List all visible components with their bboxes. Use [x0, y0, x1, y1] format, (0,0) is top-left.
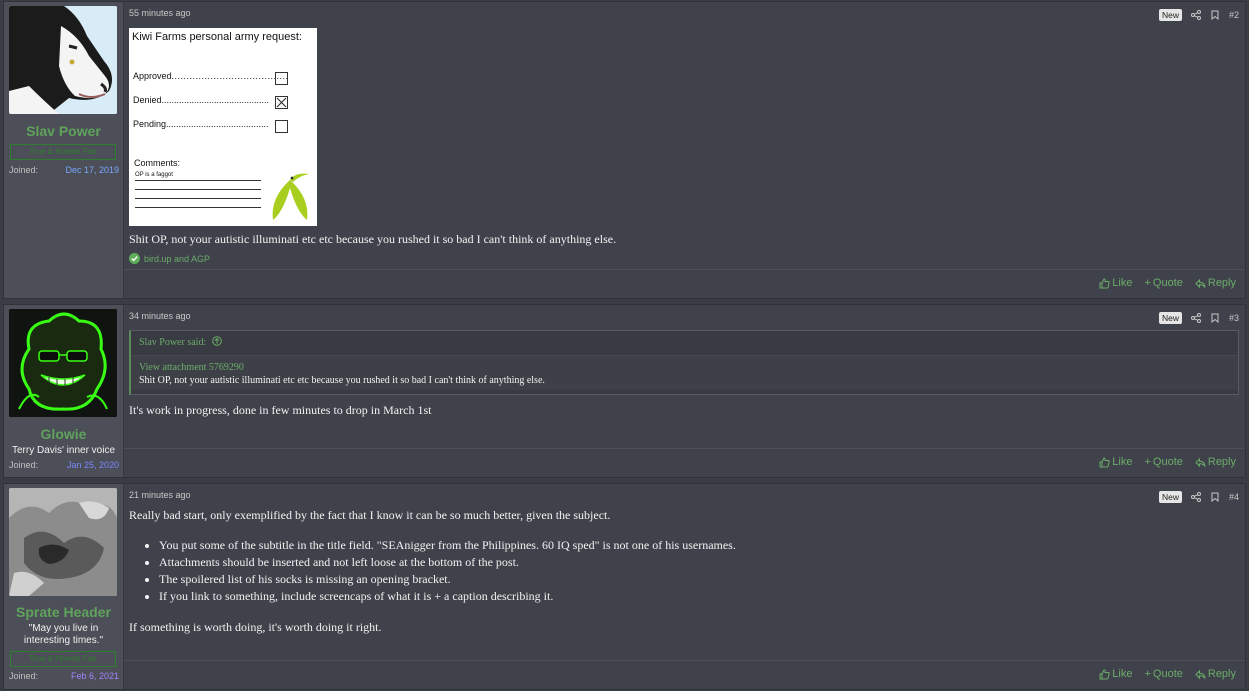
avatar[interactable]: [9, 309, 117, 417]
new-badge: New: [1158, 491, 1182, 503]
quote-block: Slav Power said: View attachment 5769290…: [129, 330, 1239, 395]
comment-lines: [135, 180, 261, 216]
attachment-image[interactable]: Kiwi Farms personal army request: Approv…: [129, 28, 317, 226]
reply-button[interactable]: Reply: [1195, 456, 1236, 468]
glowie-avatar-image: [9, 309, 117, 417]
quote-button[interactable]: + Quote: [1144, 456, 1182, 468]
bullet-list: You put some of the subtitle in the titl…: [129, 537, 736, 605]
joined-label: Joined:: [9, 671, 39, 681]
user-panel: Glowie Terry Davis' inner voice Joined: …: [4, 305, 124, 477]
list-item: If you link to something, include screen…: [159, 588, 736, 605]
bookmark-icon[interactable]: [1210, 313, 1220, 323]
crossed-checkbox-icon: [275, 96, 288, 109]
share-icon[interactable]: [1190, 492, 1201, 502]
post-footer: Like + Quote Reply: [124, 448, 1245, 477]
username[interactable]: Slav Power: [4, 123, 123, 139]
user-title: Terry Davis' inner voice: [11, 445, 116, 456]
post-4: Sprate Header "May you live in interesti…: [3, 483, 1246, 690]
kiwi-logo-icon: [272, 173, 309, 220]
reply-icon: [1195, 278, 1206, 288]
post-3: Glowie Terry Davis' inner voice Joined: …: [3, 304, 1246, 478]
list-item: You put some of the subtitle in the titl…: [159, 537, 736, 554]
post-text: It's work in progress, done in few minut…: [129, 403, 432, 417]
arrow-up-circle-icon[interactable]: [211, 336, 222, 346]
reply-button[interactable]: Reply: [1195, 668, 1236, 680]
post-text-outro: If something is worth doing, it's worth …: [129, 620, 382, 634]
reply-icon: [1195, 669, 1206, 679]
post-number[interactable]: #4: [1229, 492, 1239, 502]
quote-author[interactable]: Slav Power said:: [139, 337, 206, 348]
quote-body: View attachment 5769290 Shit OP, not you…: [131, 356, 1238, 390]
joined-date: Feb 6, 2021: [70, 671, 119, 681]
list-item: Attachments should be inserted and not l…: [159, 554, 736, 571]
plus-icon: +: [1144, 668, 1151, 680]
bookmark-icon[interactable]: [1210, 492, 1220, 502]
thumbs-up-icon: [1099, 456, 1110, 467]
photo-avatar-image: [9, 488, 117, 596]
reaction-bar[interactable]: bird.up and AGP: [129, 253, 210, 264]
list-item: The spoilered list of his socks is missi…: [159, 571, 736, 588]
quote-header[interactable]: Slav Power said:: [131, 331, 1238, 356]
user-panel: Slav Power True & Honest Fan Joined: Dec…: [4, 2, 124, 298]
attachment-row: Pending.................................…: [133, 119, 313, 133]
attachment-row: Denied..................................…: [133, 95, 313, 109]
quote-button[interactable]: + Quote: [1144, 668, 1182, 680]
reply-button[interactable]: Reply: [1195, 277, 1236, 289]
joined-label: Joined:: [9, 460, 39, 470]
post-footer: Like + Quote Reply: [124, 660, 1245, 689]
plus-icon: +: [1144, 456, 1151, 468]
avatar[interactable]: [9, 488, 117, 596]
check-circle-icon: [129, 253, 140, 264]
dog-avatar-image: [9, 6, 117, 114]
new-badge: New: [1158, 312, 1182, 324]
post-time[interactable]: 55 minutes ago: [129, 8, 191, 18]
plus-icon: +: [1144, 277, 1151, 289]
comments-label: Comments:: [134, 158, 181, 168]
avatar[interactable]: [9, 6, 117, 114]
reaction-users[interactable]: bird.up and AGP: [144, 254, 210, 264]
like-button[interactable]: Like: [1099, 277, 1132, 289]
post-actions: New #2: [1158, 8, 1239, 22]
post-actions: New #4: [1158, 490, 1239, 504]
post-number[interactable]: #2: [1229, 10, 1239, 20]
quote-button[interactable]: + Quote: [1144, 277, 1182, 289]
reply-icon: [1195, 457, 1206, 467]
attachment-row: Approved................................…: [133, 71, 313, 85]
bookmark-icon[interactable]: [1210, 10, 1220, 20]
comment-text: OP is a faggot: [135, 172, 173, 178]
post-main: 55 minutes ago New #2 Kiwi Farms persona…: [124, 2, 1245, 298]
user-banner: True & Honest Fan: [10, 651, 116, 667]
attachment-link[interactable]: View attachment 5769290: [139, 362, 1230, 373]
post-footer: Like + Quote Reply: [124, 269, 1245, 298]
user-title: "May you live in interesting times.": [23, 623, 104, 646]
like-button[interactable]: Like: [1099, 668, 1132, 680]
post-time[interactable]: 21 minutes ago: [129, 490, 191, 500]
new-badge: New: [1158, 9, 1182, 21]
post-text: Shit OP, not your autistic illuminati et…: [129, 232, 617, 246]
thumbs-up-icon: [1099, 277, 1110, 288]
user-banner: True & Honest Fan: [10, 144, 116, 160]
checkbox-icon: [275, 72, 288, 85]
joined-date: Dec 17, 2019: [65, 165, 119, 175]
post-time[interactable]: 34 minutes ago: [129, 311, 191, 321]
user-panel: Sprate Header "May you live in interesti…: [4, 484, 124, 689]
attachment-title: Kiwi Farms personal army request:: [132, 31, 302, 43]
joined-label: Joined:: [9, 165, 39, 175]
username[interactable]: Glowie: [4, 426, 123, 442]
joined-date: Jan 25, 2020: [66, 460, 119, 470]
thumbs-up-icon: [1099, 668, 1110, 679]
checkbox-icon: [275, 120, 288, 133]
share-icon[interactable]: [1190, 10, 1201, 20]
post-text-intro: Really bad start, only exemplified by th…: [129, 508, 611, 522]
like-button[interactable]: Like: [1099, 456, 1132, 468]
post-2: Slav Power True & Honest Fan Joined: Dec…: [3, 1, 1246, 299]
post-main: 21 minutes ago New #4 Really bad start, …: [124, 484, 1245, 689]
post-actions: New #3: [1158, 311, 1239, 325]
quote-text: Shit OP, not your autistic illuminati et…: [139, 375, 545, 386]
username[interactable]: Sprate Header: [4, 604, 123, 620]
post-number[interactable]: #3: [1229, 313, 1239, 323]
post-main: 34 minutes ago New #3 Slav Power said: V…: [124, 305, 1245, 477]
share-icon[interactable]: [1190, 313, 1201, 323]
